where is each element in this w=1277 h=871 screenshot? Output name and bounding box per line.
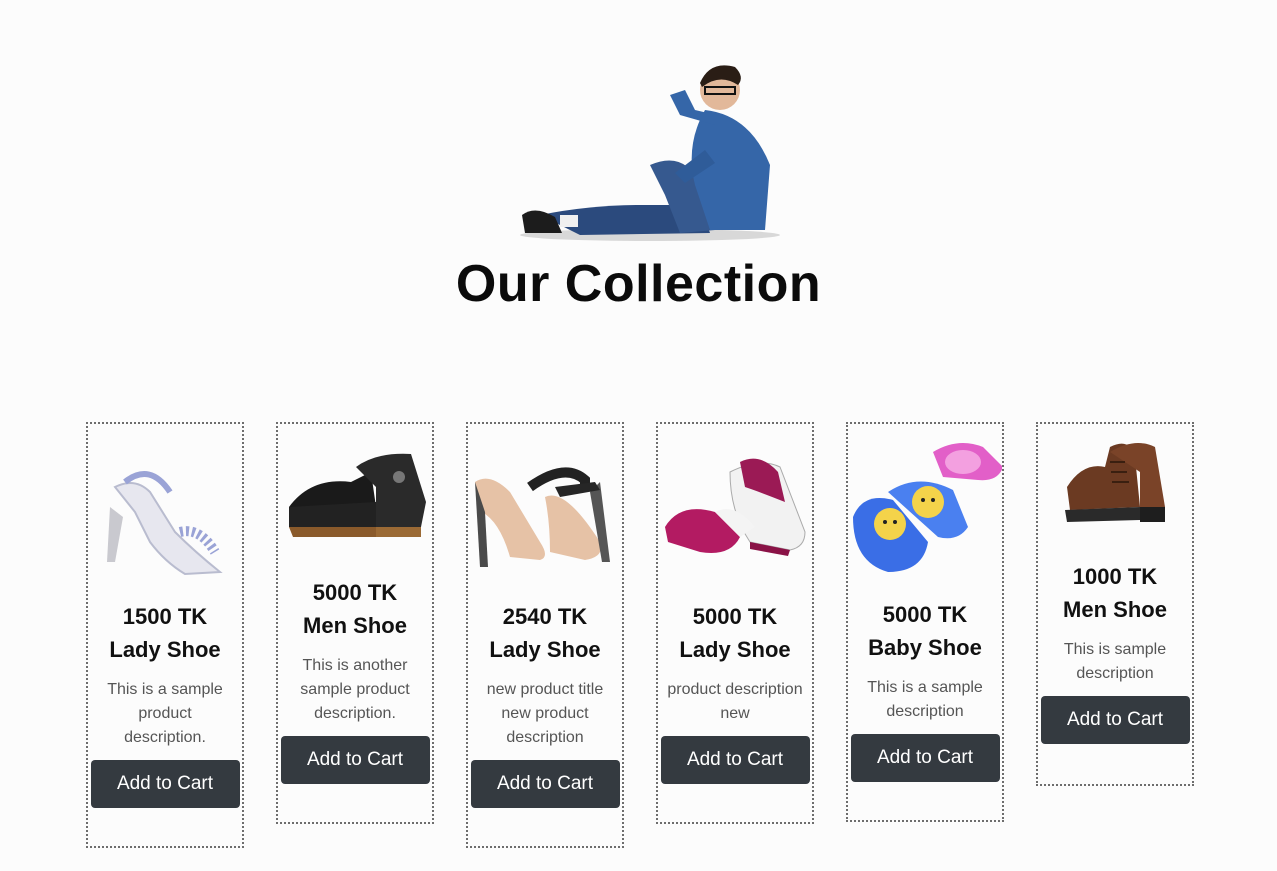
- product-description: This is a sample product description.: [107, 681, 223, 746]
- product-description: This is a sample description: [867, 679, 983, 720]
- page-title: Our Collection: [455, 255, 822, 313]
- product-description: product description new: [667, 681, 803, 722]
- product-image: [278, 424, 432, 576]
- hero-model-image: [520, 65, 780, 241]
- brown-boot-icon: [1065, 443, 1165, 522]
- product-price: 1000 TK: [1072, 564, 1158, 589]
- add-to-cart-button[interactable]: Add to Cart: [280, 736, 430, 784]
- product-name: Men Shoe: [303, 613, 407, 638]
- product-image: [848, 424, 1002, 598]
- product-description: This is another sample product descripti…: [300, 657, 410, 722]
- product-card: 1500 TK Lady Shoe This is a sample produ…: [86, 422, 244, 848]
- baby-slipper-icon: [853, 443, 1002, 572]
- sneaker-icon: [665, 458, 806, 556]
- add-to-cart-button[interactable]: Add to Cart: [660, 736, 810, 784]
- product-name: Lady Shoe: [679, 637, 791, 662]
- add-to-cart-button[interactable]: Add to Cart: [470, 760, 620, 808]
- product-image: [88, 424, 242, 600]
- add-to-cart-button[interactable]: Add to Cart: [850, 734, 1000, 782]
- product-name: Lady Shoe: [109, 637, 221, 662]
- product-price: 5000 TK: [312, 580, 398, 605]
- product-name: Lady Shoe: [489, 637, 601, 662]
- product-description: This is sample description: [1063, 641, 1167, 682]
- product-description: new product title new product descriptio…: [486, 681, 604, 746]
- add-to-cart-button[interactable]: Add to Cart: [90, 760, 240, 808]
- product-image: [1038, 424, 1192, 560]
- product-price: 5000 TK: [692, 604, 778, 629]
- product-price: 2540 TK: [502, 604, 588, 629]
- product-card: 1000 TK Men Shoe This is sample descript…: [1036, 422, 1194, 786]
- product-name: Baby Shoe: [868, 635, 982, 660]
- product-image: [658, 424, 812, 600]
- lady-sandal-icon: [107, 471, 223, 576]
- hero-section: Our Collection: [0, 0, 1277, 340]
- product-image: [468, 424, 622, 600]
- high-heel-icon: [475, 467, 610, 567]
- product-card: 5000 TK Lady Shoe product description ne…: [656, 422, 814, 824]
- product-card: 5000 TK Baby Shoe This is a sample descr…: [846, 422, 1004, 822]
- product-price: 1500 TK: [122, 604, 208, 629]
- product-price: 5000 TK: [882, 602, 968, 627]
- product-name: Men Shoe: [1063, 597, 1167, 622]
- add-to-cart-button[interactable]: Add to Cart: [1040, 696, 1190, 744]
- product-card: 5000 TK Men Shoe This is another sample …: [276, 422, 434, 824]
- product-card: 2540 TK Lady Shoe new product title new …: [466, 422, 624, 848]
- men-boot-icon: [289, 453, 426, 537]
